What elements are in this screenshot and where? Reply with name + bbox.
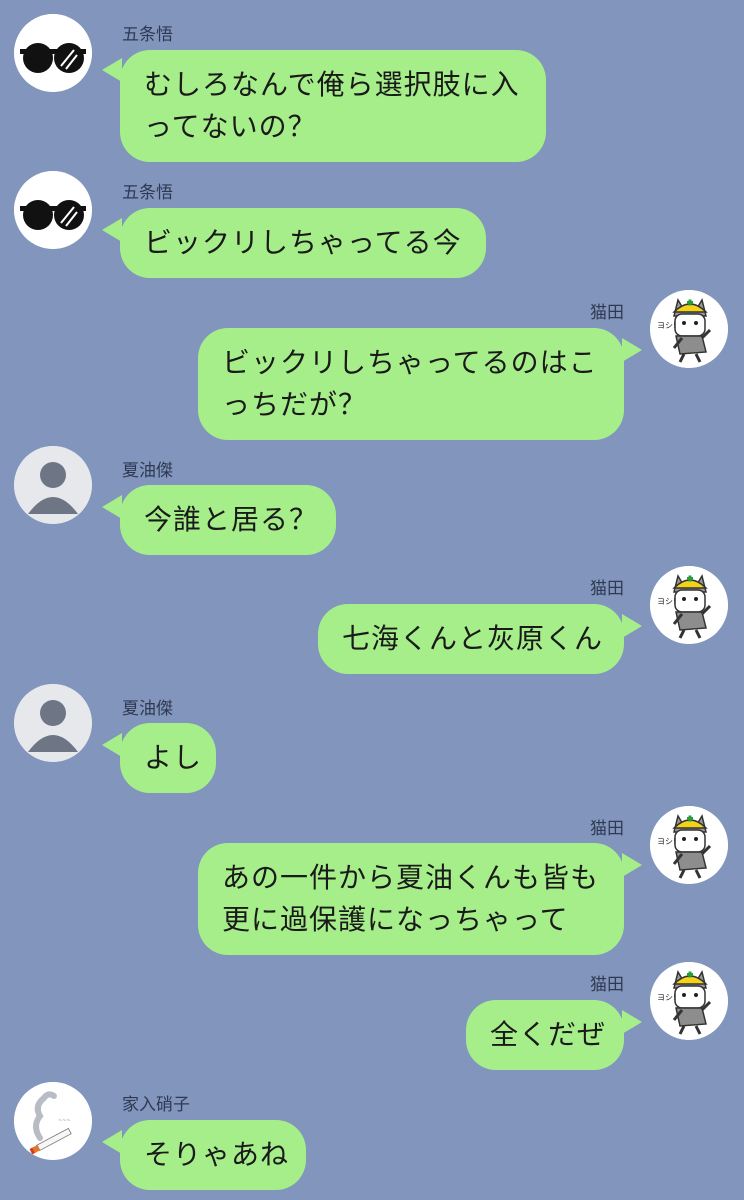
message-line: 全くだぜ	[490, 1018, 607, 1051]
message-line: 今誰と居る？	[144, 503, 319, 536]
message-line: 更に過保護になっちゃって	[222, 903, 569, 936]
message-bubble[interactable]: 全くだぜ	[466, 1000, 624, 1070]
message-bubble[interactable]: 七海くんと灰原くん	[318, 604, 624, 674]
bubble-tail	[622, 338, 642, 362]
svg-text:ヨシ!: ヨシ!	[657, 837, 676, 846]
hardhat-cat-icon[interactable]: ヨシ!	[650, 566, 728, 644]
sender-name: 家入硝子	[122, 1095, 190, 1115]
sender-name: 猫田	[590, 579, 624, 599]
bubble-tail	[622, 853, 642, 877]
bubble-tail	[102, 495, 122, 519]
svg-text:ヨシ!: ヨシ!	[657, 597, 676, 606]
message-bubble[interactable]: ビックリしちゃってるのはこ っちだが？	[198, 328, 624, 440]
chat-timeline[interactable]: 五条悟 むしろなんで俺ら選択肢に入 ってないの？ 五条悟 ビックリしちゃってる今	[0, 0, 744, 1200]
sender-name: 夏油傑	[122, 461, 173, 481]
bubble-tail	[102, 58, 122, 82]
default-user-icon[interactable]	[14, 684, 92, 762]
hardhat-cat-icon[interactable]: ヨシ!	[650, 290, 728, 368]
bubble-tail	[622, 614, 642, 638]
sunglasses-icon[interactable]	[14, 14, 92, 92]
cigarette-icon[interactable]: ~~~	[14, 1082, 92, 1160]
sunglasses-icon[interactable]	[14, 171, 92, 249]
sender-name: 五条悟	[122, 25, 173, 45]
default-user-icon[interactable]	[14, 446, 92, 524]
message-bubble[interactable]: あの一件から夏油くんも皆も 更に過保護になっちゃって	[198, 843, 624, 955]
message-line: ビックリしちゃってるのはこ	[222, 346, 598, 379]
bubble-tail	[102, 1130, 122, 1154]
message-line: っちだが？	[222, 388, 368, 421]
bubble-tail	[622, 1010, 642, 1034]
message-bubble[interactable]: むしろなんで俺ら選択肢に入 ってないの？	[120, 50, 546, 162]
hardhat-cat-icon[interactable]: ヨシ!	[650, 806, 728, 884]
bubble-tail	[102, 218, 122, 242]
message-line: あの一件から夏油くんも皆も	[222, 861, 600, 894]
svg-text:ヨシ!: ヨシ!	[657, 993, 676, 1002]
message-bubble[interactable]: 今誰と居る？	[120, 485, 336, 555]
sender-name: 猫田	[590, 819, 624, 839]
sender-name: 猫田	[590, 975, 624, 995]
svg-text:ヨシ!: ヨシ!	[657, 321, 676, 330]
message-line: 七海くんと灰原くん	[342, 622, 604, 655]
message-line: ってないの？	[144, 110, 317, 143]
bubble-tail	[102, 733, 122, 757]
message-bubble[interactable]: よし	[120, 723, 216, 793]
message-line: ビックリしちゃってる今	[144, 226, 462, 259]
sender-name: 夏油傑	[122, 699, 173, 719]
message-line: よし	[144, 741, 203, 774]
hardhat-cat-icon[interactable]: ヨシ!	[650, 962, 728, 1040]
sender-name: 五条悟	[122, 183, 173, 203]
message-line: むしろなんで俺ら選択肢に入	[144, 68, 520, 101]
svg-text:~~~: ~~~	[58, 1118, 71, 1124]
message-bubble[interactable]: そりゃあね	[120, 1120, 306, 1190]
message-line: そりゃあね	[144, 1138, 290, 1171]
message-bubble[interactable]: ビックリしちゃってる今	[120, 208, 486, 278]
sender-name: 猫田	[590, 303, 624, 323]
